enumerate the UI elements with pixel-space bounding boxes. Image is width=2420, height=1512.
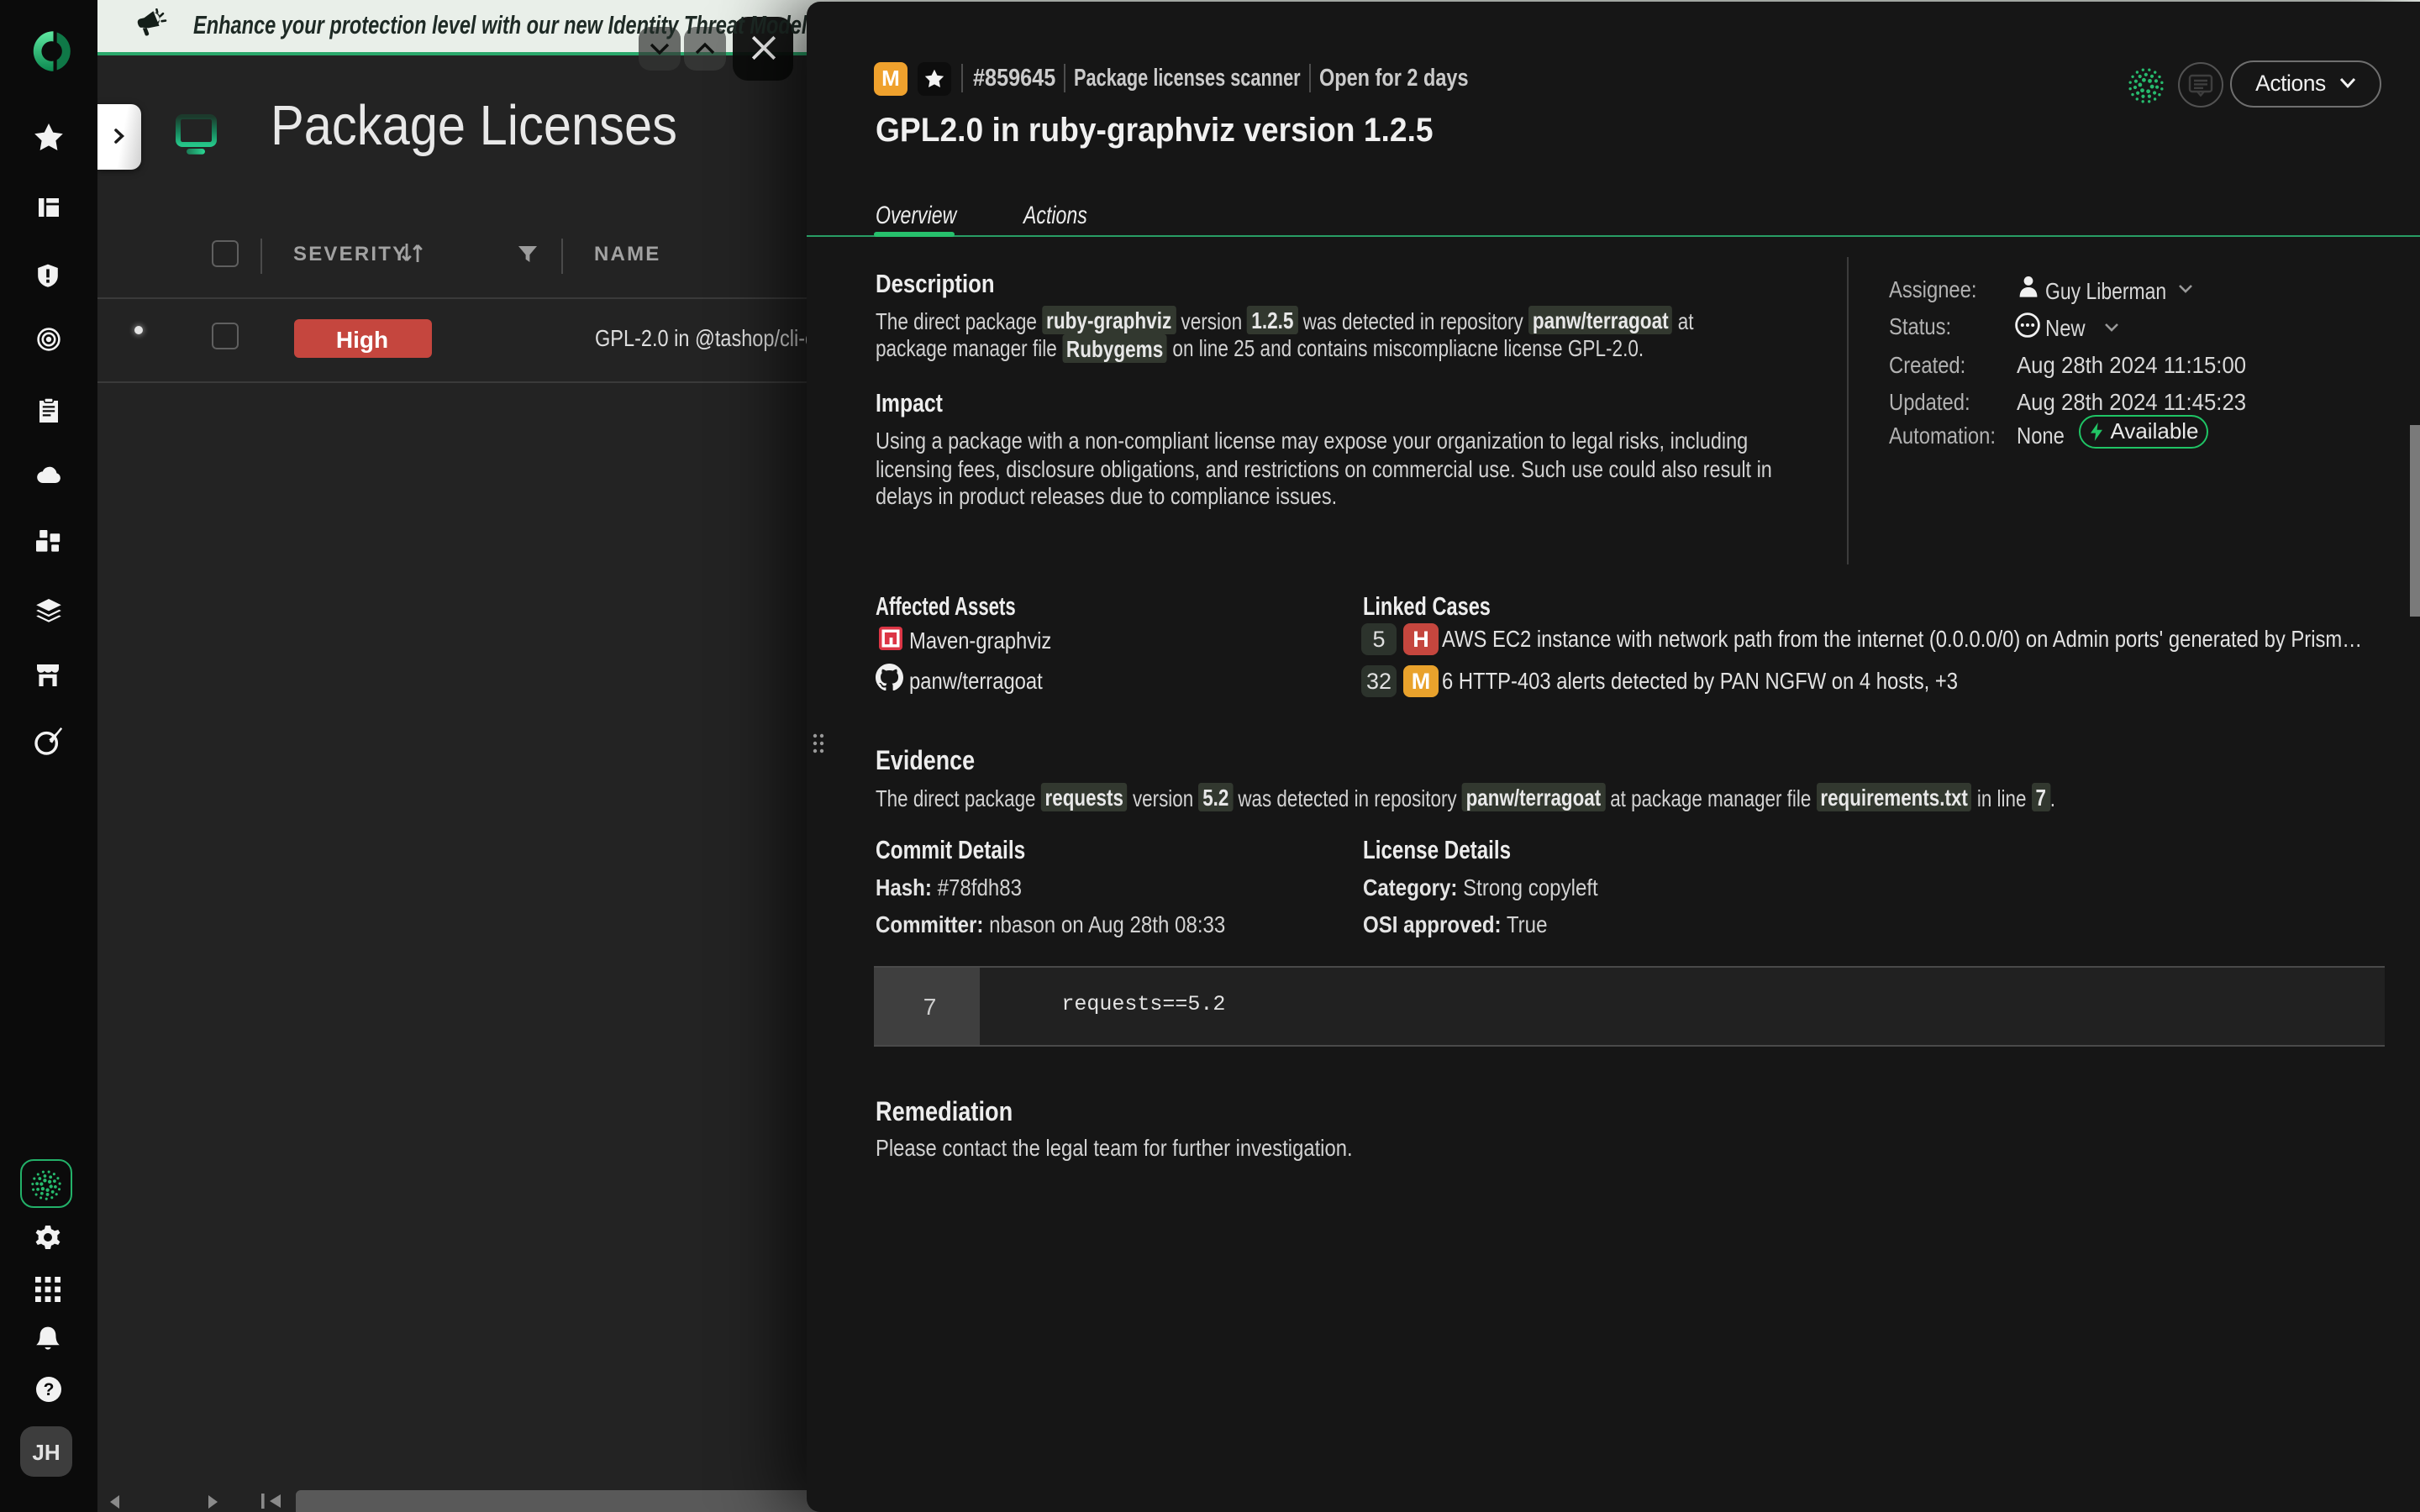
svg-text:?: ? <box>43 1379 54 1399</box>
